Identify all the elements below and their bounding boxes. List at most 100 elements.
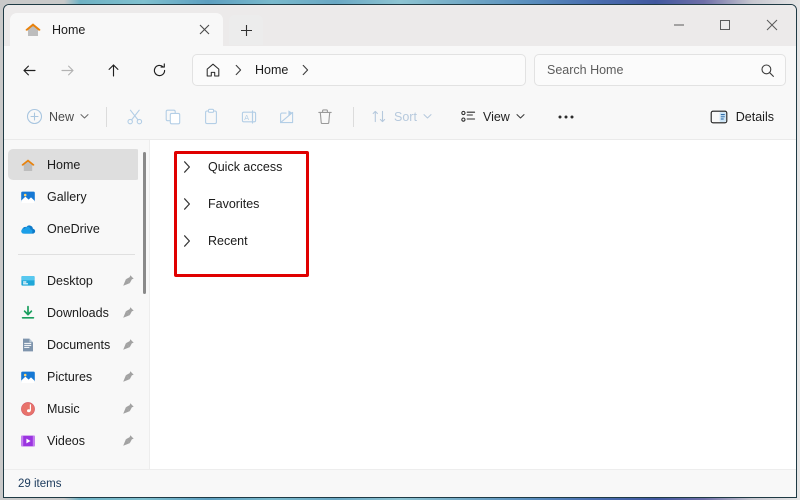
pin-icon[interactable] (121, 274, 135, 287)
sidebar-item-label: Home (47, 157, 81, 172)
window-controls (656, 5, 796, 45)
svg-text:A: A (244, 113, 249, 122)
title-bar: Home (4, 5, 796, 46)
breadcrumb[interactable]: Home (192, 54, 526, 86)
cut-button[interactable] (116, 101, 154, 133)
pin-icon[interactable] (121, 434, 135, 447)
chevron-down-icon (423, 113, 432, 120)
toolbar-divider (106, 106, 108, 127)
search-input[interactable] (547, 63, 760, 77)
close-window-button[interactable] (748, 5, 796, 45)
close-icon[interactable] (193, 19, 215, 41)
videos-icon (20, 433, 36, 449)
sidebar-item-label: OneDrive (47, 221, 100, 236)
copy-icon (164, 108, 182, 126)
share-icon (278, 108, 296, 126)
arrow-up-icon (105, 62, 122, 79)
file-explorer-window: Home Home Search Home New A Sort View De… (3, 4, 797, 498)
sort-button[interactable]: Sort (363, 101, 440, 133)
navigation-bar: Home (4, 46, 796, 94)
group-header-recent[interactable]: Recent (164, 222, 416, 259)
music-icon (20, 401, 36, 417)
pin-icon[interactable] (121, 338, 135, 351)
new-tab-button[interactable] (229, 15, 263, 45)
status-bar: 29 items (4, 469, 796, 497)
home-icon[interactable] (201, 62, 225, 78)
item-count-label: 29 items (18, 477, 62, 490)
pin-icon[interactable] (121, 402, 135, 415)
pictures-icon (20, 369, 36, 385)
search-box[interactable] (534, 54, 786, 86)
chevron-right-icon[interactable] (178, 234, 196, 248)
maximize-button[interactable] (702, 5, 748, 45)
forward-button[interactable] (50, 54, 84, 86)
pin-icon[interactable] (121, 306, 135, 319)
group-header-favorites[interactable]: Favorites (164, 185, 416, 222)
view-button-label: View (482, 109, 510, 124)
onedrive-icon (20, 221, 36, 237)
details-pane-button[interactable]: Details (700, 101, 784, 133)
paste-button[interactable] (192, 101, 230, 133)
sidebar-scrollbar[interactable] (138, 140, 149, 469)
gallery-icon (20, 189, 36, 205)
navigation-pane: Home Gallery OneDrive Desktop Downloads … (4, 140, 150, 469)
maximize-icon (719, 19, 731, 31)
rename-icon: A (240, 108, 258, 126)
sidebar-item-home[interactable]: Home (8, 149, 141, 180)
sort-icon (371, 108, 388, 125)
view-button[interactable]: View (452, 101, 533, 133)
refresh-button[interactable] (142, 54, 176, 86)
arrow-left-icon (21, 62, 38, 79)
sidebar-item-label: Desktop (47, 273, 93, 288)
delete-button[interactable] (306, 101, 344, 133)
tab-home[interactable]: Home (10, 13, 223, 46)
sidebar-item-documents[interactable]: Documents (8, 329, 141, 360)
back-button[interactable] (12, 54, 46, 86)
plus-icon (240, 24, 253, 37)
share-button[interactable] (268, 101, 306, 133)
chevron-right-icon[interactable] (178, 160, 196, 174)
group-list: Quick access Favorites Recent (164, 148, 416, 277)
sidebar-item-label: Videos (47, 433, 85, 448)
ellipsis-icon (557, 114, 575, 120)
sidebar-item-label: Documents (47, 337, 111, 352)
documents-icon (20, 337, 36, 353)
sidebar-item-label: Gallery (47, 189, 87, 204)
trash-icon (316, 108, 334, 126)
downloads-icon (20, 305, 36, 321)
sidebar-item-onedrive[interactable]: OneDrive (8, 213, 141, 244)
sidebar-divider (18, 254, 135, 255)
command-bar: New A Sort View Details (4, 94, 796, 140)
sidebar-scrollbar-thumb[interactable] (143, 152, 146, 294)
chevron-right-icon[interactable] (292, 64, 318, 76)
copy-button[interactable] (154, 101, 192, 133)
group-header-quick-access[interactable]: Quick access (164, 148, 416, 185)
see-more-button[interactable] (547, 101, 585, 133)
refresh-icon (151, 62, 168, 79)
minimize-button[interactable] (656, 5, 702, 45)
tab-label: Home (52, 22, 86, 37)
sidebar-item-gallery[interactable]: Gallery (8, 181, 141, 212)
new-button[interactable]: New (18, 101, 97, 133)
tab-strip: Home (4, 5, 263, 46)
chevron-right-icon[interactable] (178, 197, 196, 211)
sidebar-item-music[interactable]: Music (8, 393, 141, 424)
sidebar-item-desktop[interactable]: Desktop (8, 265, 141, 296)
rename-button[interactable]: A (230, 101, 268, 133)
desktop-icon (20, 273, 36, 289)
view-icon (460, 108, 477, 125)
sidebar-item-label: Pictures (47, 369, 93, 384)
sidebar-item-downloads[interactable]: Downloads (8, 297, 141, 328)
search-icon[interactable] (760, 63, 775, 78)
sidebar-item-label: Downloads (47, 305, 109, 320)
close-icon (766, 19, 778, 31)
sidebar-item-videos[interactable]: Videos (8, 425, 141, 456)
up-button[interactable] (96, 54, 130, 86)
breadcrumb-item-home[interactable]: Home (251, 63, 292, 77)
sidebar-item-pictures[interactable]: Pictures (8, 361, 141, 392)
group-label: Favorites (208, 196, 260, 211)
pin-icon[interactable] (121, 370, 135, 383)
details-pane-label: Details (735, 109, 774, 124)
sidebar-item-label: Music (47, 401, 80, 416)
minimize-icon (673, 19, 685, 31)
